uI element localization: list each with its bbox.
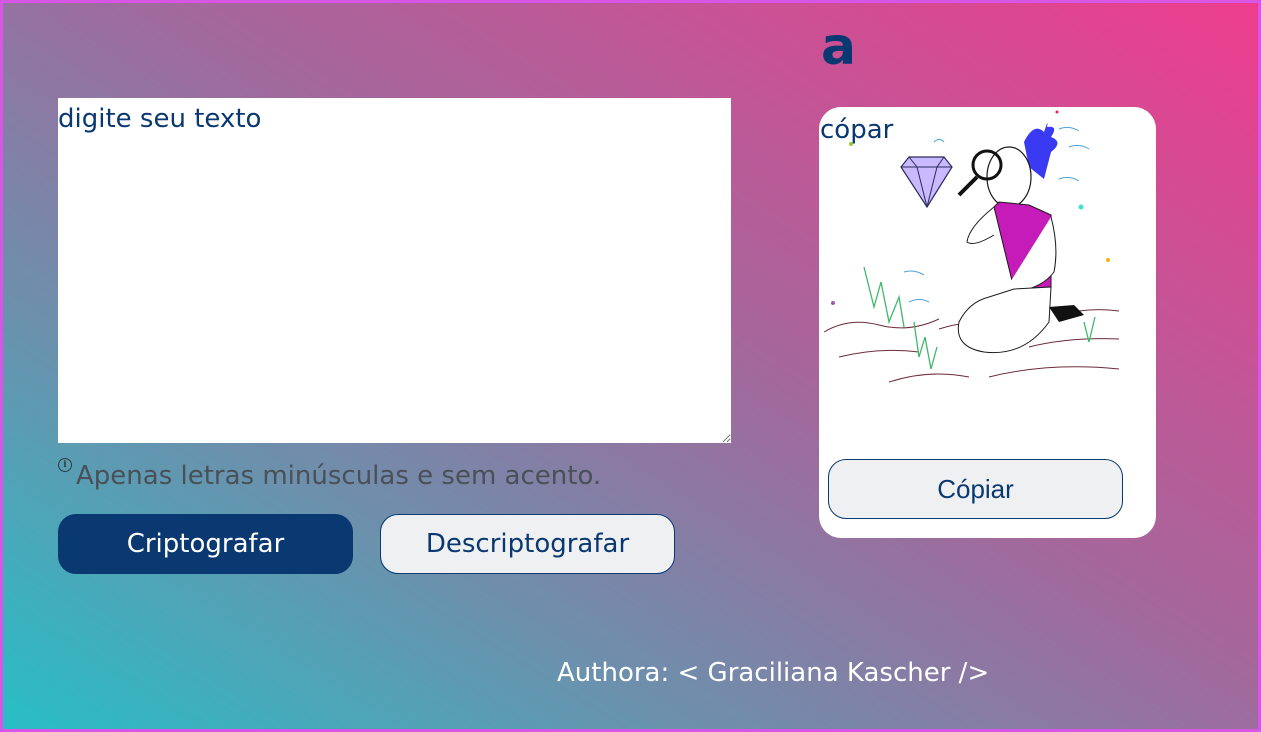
decrypt-button[interactable]: Descriptografar xyxy=(380,514,675,574)
text-input[interactable] xyxy=(58,98,731,443)
encrypt-button[interactable]: Criptografar xyxy=(58,514,353,574)
footer-author: Authora: < Graciliana Kascher /> xyxy=(557,658,990,688)
hint-text: Apenas letras minúsculas e sem acento. xyxy=(76,461,602,491)
output-panel: cópar Cópiar xyxy=(819,107,1156,538)
output-text: cópar xyxy=(820,115,894,145)
illustration-image xyxy=(823,110,1120,383)
logo: a xyxy=(821,17,857,77)
info-icon: i xyxy=(58,458,72,472)
input-hint: i Apenas letras minúsculas e sem acento. xyxy=(58,455,601,497)
copy-button[interactable]: Cópiar xyxy=(828,459,1123,519)
